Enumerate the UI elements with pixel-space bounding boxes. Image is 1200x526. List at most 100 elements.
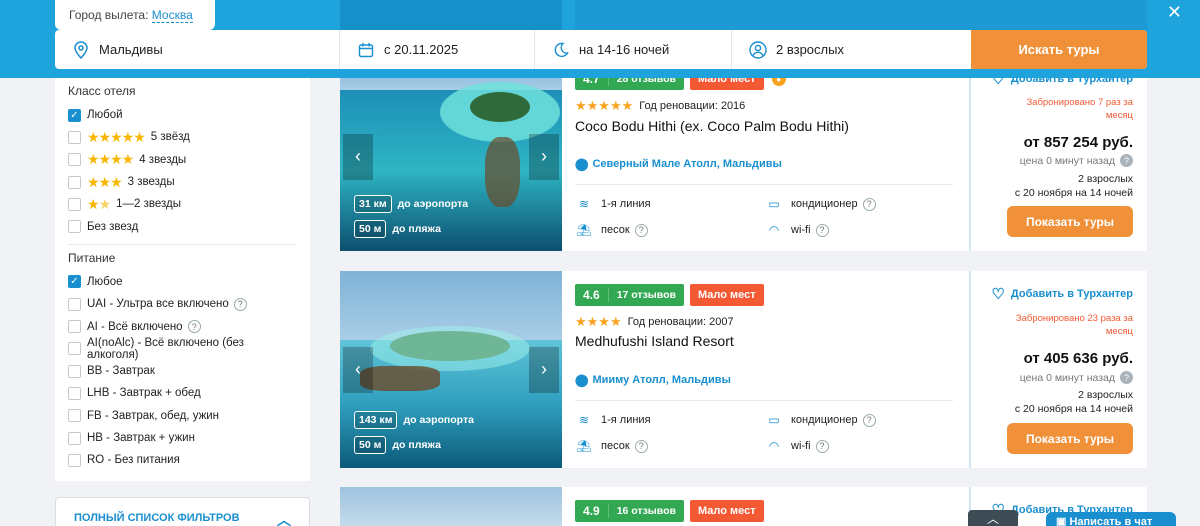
- chevron-right-icon[interactable]: ›: [529, 133, 559, 180]
- hotel-class-any[interactable]: ✓ Любой: [68, 104, 297, 126]
- location-pin-icon: ⬤: [575, 373, 589, 387]
- checkbox-checked-icon[interactable]: ✓: [68, 108, 81, 122]
- add-to-tourhunter-label: Добавить в Турхантер: [1010, 288, 1133, 300]
- filter-label: Любое: [87, 275, 123, 288]
- user-icon: [748, 40, 768, 60]
- checkbox[interactable]: [68, 130, 81, 144]
- filter-label: Любой: [87, 109, 123, 122]
- few-places-badge: Мало мест: [689, 284, 764, 306]
- chevron-left-icon[interactable]: ‹: [343, 133, 373, 180]
- help-icon[interactable]: ?: [815, 439, 829, 453]
- checkbox[interactable]: [68, 364, 81, 378]
- checkbox[interactable]: [68, 386, 81, 400]
- divider: [68, 243, 297, 245]
- filter-label: FB - Завтрак, обед, ужин: [87, 409, 220, 422]
- location-text: Мииму Атолл, Мальдивы: [592, 374, 731, 386]
- add-to-tourhunter-button[interactable]: ♡ Добавить в Турхантер: [991, 285, 1133, 303]
- checkbox[interactable]: [68, 431, 81, 445]
- filter-label: UAI - Ультра все включено: [87, 298, 229, 311]
- hotel-location[interactable]: ⬤ Мииму Атолл, Мальдивы: [575, 373, 731, 387]
- air-conditioner-icon: ▭: [768, 197, 780, 211]
- checkbox[interactable]: [68, 220, 81, 234]
- checkbox[interactable]: [68, 297, 81, 311]
- amenity-sand: ⛱ песок?: [575, 223, 648, 237]
- departure-city[interactable]: Москва: [151, 8, 193, 23]
- price-panel: ♡ Добавить в Турхантер Забронировано 23 р…: [969, 271, 1147, 468]
- hotel-class-4[interactable]: ★★★★ 4 звезды: [68, 149, 297, 171]
- reviews-count: 16 отзывов: [616, 505, 676, 517]
- hotel-photo[interactable]: ‹ › 31 км до аэропорта 50 м до пляжа: [340, 62, 562, 251]
- price-panel: ♡ Добавить в Турхантер Забронировано 7 ра…: [969, 62, 1147, 251]
- chevron-right-icon[interactable]: ›: [529, 346, 559, 393]
- amenity-label: 1-я линия: [601, 414, 651, 426]
- help-icon[interactable]: ?: [862, 413, 876, 427]
- star-rating-icon: ★★★: [87, 173, 123, 190]
- meal-ro[interactable]: RO - Без питания: [68, 449, 297, 471]
- checkbox[interactable]: [68, 175, 81, 189]
- meal-lhb[interactable]: LHB - Завтрак + обед: [68, 382, 297, 404]
- checkbox[interactable]: [68, 409, 81, 423]
- help-icon[interactable]: ?: [634, 439, 648, 453]
- checkbox[interactable]: [68, 342, 81, 356]
- chevron-left-icon[interactable]: ‹: [343, 346, 373, 393]
- nights-field[interactable]: на 14-16 ночей: [535, 30, 732, 69]
- tourists-field[interactable]: 2 взрослых: [732, 30, 971, 69]
- checkbox-checked-icon[interactable]: ✓: [68, 275, 81, 289]
- help-icon[interactable]: ?: [1120, 371, 1133, 384]
- hotel-photo[interactable]: [340, 487, 562, 526]
- departure-city-selector[interactable]: Город вылета: Москва: [55, 0, 215, 30]
- filter-label: 5 звёзд: [150, 131, 190, 144]
- close-icon[interactable]: ✕: [1167, 2, 1182, 23]
- amenity-label: wi-fi: [791, 440, 811, 452]
- few-places-badge: Мало мест: [689, 500, 764, 522]
- checkbox[interactable]: [68, 197, 81, 211]
- checkbox[interactable]: [68, 153, 81, 167]
- meal-title: Питание: [68, 250, 116, 265]
- help-icon[interactable]: ?: [815, 223, 829, 237]
- tour-dates: с 20 ноября на 14 ночей: [1014, 186, 1133, 199]
- filter-label: 3 звезды: [127, 176, 175, 189]
- meal-ai-noalc[interactable]: AI(noAlc) - Всё включено (без алкоголя): [68, 337, 297, 361]
- meal-bb[interactable]: BB - Завтрак: [68, 360, 297, 382]
- help-icon[interactable]: ?: [187, 320, 201, 334]
- amenity-ac: ▭ кондиционер?: [765, 413, 876, 427]
- pax-count: 2 взрослых: [1078, 389, 1133, 401]
- filter-label: LHB - Завтрак + обед: [87, 387, 201, 400]
- rating-score: 4.9: [575, 504, 609, 518]
- hotel-location[interactable]: ⬤ Северный Мале Атолл, Мальдивы: [575, 157, 782, 171]
- header-hotel-photo-strip: [340, 0, 562, 30]
- hotel-photo[interactable]: ‹ › 143 км до аэропорта 50 м до пляжа: [340, 271, 562, 468]
- hotel-name[interactable]: Medhufushi Island Resort: [575, 333, 734, 349]
- rating-badge[interactable]: 4.9 16 отзывов: [575, 500, 684, 522]
- help-icon[interactable]: ?: [233, 297, 247, 311]
- chat-label: Написать в чат: [1069, 516, 1153, 526]
- meal-hb[interactable]: HB - Завтрак + ужин: [68, 427, 297, 449]
- help-icon[interactable]: ?: [634, 223, 648, 237]
- scroll-up-button[interactable]: ︿: [968, 510, 1018, 526]
- checkbox[interactable]: [68, 453, 81, 467]
- meal-uai[interactable]: UAI - Ультра все включено ?: [68, 293, 297, 315]
- show-tours-button[interactable]: Показать туры: [1007, 206, 1133, 237]
- meal-fb[interactable]: FB - Завтрак, обед, ужин: [68, 405, 297, 427]
- rating-badge[interactable]: 4.6 17 отзывов: [575, 284, 684, 306]
- checkbox[interactable]: [68, 320, 81, 334]
- search-bar: Мальдивы с 20.11.2025 на 14-16 ночей 2 в…: [55, 30, 1147, 69]
- chat-button[interactable]: ▣ Написать в чат: [1046, 512, 1176, 526]
- hotel-class-1-2[interactable]: ★★ 1—2 звезды: [68, 193, 297, 215]
- hotel-class-3[interactable]: ★★★ 3 звезды: [68, 171, 297, 193]
- help-icon[interactable]: ?: [1120, 154, 1133, 167]
- search-tours-button[interactable]: Искать туры: [971, 30, 1147, 69]
- hotel-name[interactable]: Coco Bodu Hithi (ex. Coco Palm Bodu Hith…: [575, 118, 849, 134]
- hotel-class-no-stars[interactable]: Без звезд: [68, 215, 297, 237]
- date-field[interactable]: с 20.11.2025: [340, 30, 535, 69]
- hotel-info: 4.9 16 отзывов Мало мест: [575, 487, 955, 526]
- destination-field[interactable]: Мальдивы: [55, 30, 340, 69]
- moon-icon: [551, 40, 571, 60]
- tour-dates: с 20 ноября на 14 ночей: [1014, 402, 1133, 415]
- help-icon[interactable]: ?: [862, 197, 876, 211]
- hotel-class-5[interactable]: ★★★★★ 5 звёзд: [68, 126, 297, 148]
- show-tours-button[interactable]: Показать туры: [1007, 423, 1133, 454]
- full-filter-list-toggle[interactable]: ПОЛНЫЙ СПИСОК ФИЛЬТРОВ ︿: [55, 497, 310, 526]
- meal-ai[interactable]: AI - Всё включено ?: [68, 315, 297, 337]
- meal-any[interactable]: ✓ Любое: [68, 271, 297, 293]
